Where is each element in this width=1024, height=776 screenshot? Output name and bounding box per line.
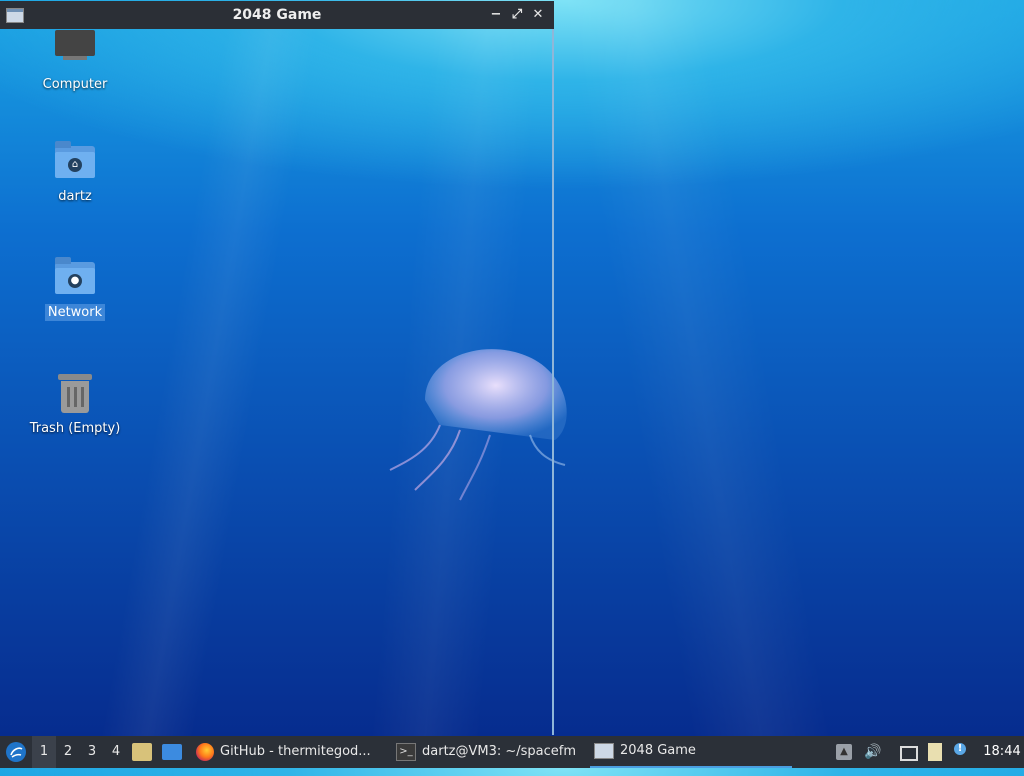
task-firefox[interactable]: GitHub - thermitegod...: [192, 736, 392, 768]
workspace-3[interactable]: 3: [80, 736, 104, 768]
window-icon: [594, 743, 614, 759]
game-window[interactable]: 2048 Game − ⤢ ✕: [0, 1, 554, 735]
window-title: 2048 Game: [232, 7, 322, 23]
clock[interactable]: 18:44: [982, 736, 1022, 768]
desktop-icon: [162, 744, 182, 760]
start-menu-button[interactable]: [2, 736, 30, 768]
taskbar: 1 2 3 4 GitHub - thermitegod... >_ dartz…: [0, 736, 1024, 768]
clipboard-icon[interactable]: [928, 743, 942, 761]
file-manager-launcher[interactable]: [132, 736, 156, 768]
maximize-button[interactable]: ⤢: [509, 6, 525, 24]
workspace-4[interactable]: 4: [104, 736, 128, 768]
close-button[interactable]: ✕: [530, 6, 546, 24]
minimize-button[interactable]: −: [488, 6, 504, 24]
notification-icon[interactable]: !: [954, 743, 966, 755]
tray-arrow-icon[interactable]: ▲: [836, 744, 852, 760]
volume-icon[interactable]: 🔊: [864, 744, 881, 760]
network-status-icon[interactable]: [900, 746, 918, 761]
lubuntu-logo-icon: [6, 742, 26, 762]
workspace-1[interactable]: 1: [32, 736, 56, 768]
window-titlebar[interactable]: 2048 Game − ⤢ ✕: [0, 1, 554, 29]
show-desktop-launcher[interactable]: [162, 736, 186, 768]
task-terminal[interactable]: >_ dartz@VM3: ~/spacefm: [392, 736, 592, 768]
task-label: dartz@VM3: ~/spacefm: [422, 744, 577, 759]
file-manager-icon: [132, 743, 152, 761]
task-label: GitHub - thermitegod...: [220, 744, 371, 759]
task-label: 2048 Game: [620, 743, 696, 758]
workspace-2[interactable]: 2: [56, 736, 80, 768]
terminal-icon: >_: [396, 743, 416, 761]
task-2048-game[interactable]: 2048 Game: [590, 736, 792, 768]
firefox-icon: [196, 743, 214, 761]
